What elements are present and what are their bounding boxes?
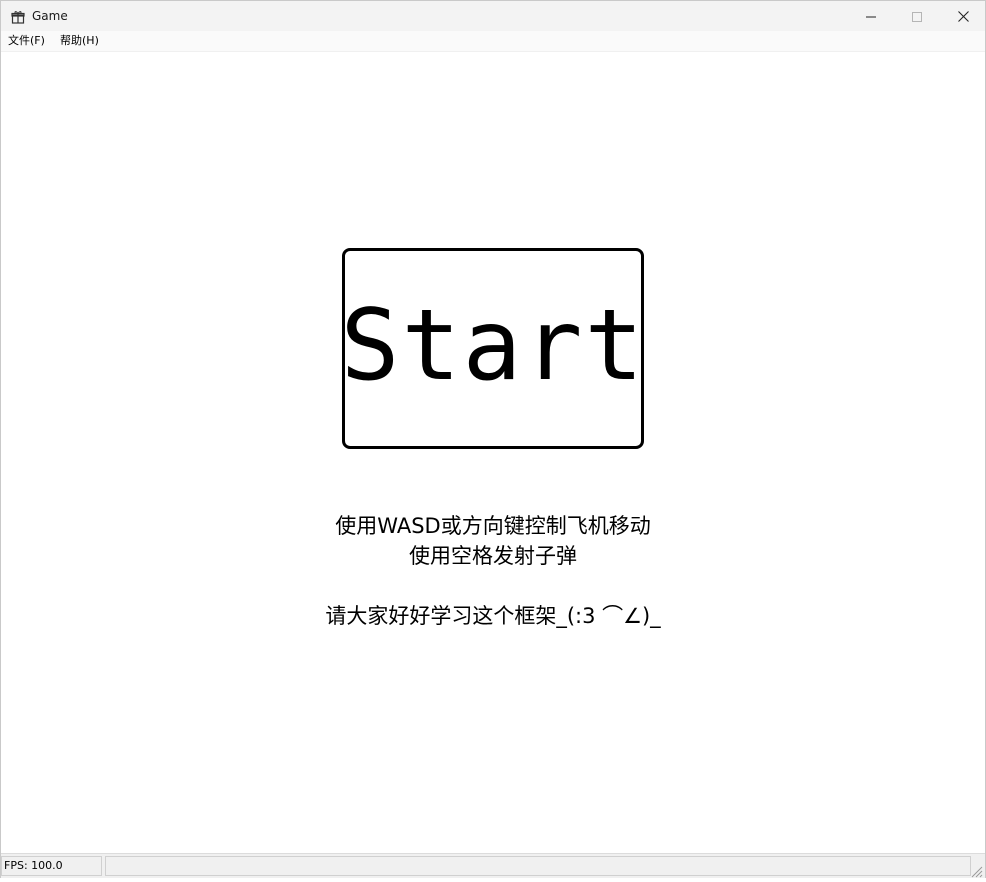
menu-bar: 文件(F) 帮助(H) [1,31,985,52]
minimize-icon [866,7,876,26]
game-window: Game 文件(F) 帮助(H) Start 使用WASD或方向键控制飞机移动 … [0,0,986,878]
game-canvas[interactable]: Start 使用WASD或方向键控制飞机移动 使用空格发射子弹 请大家好好学习这… [1,52,985,853]
instruction-shoot: 使用空格发射子弹 [409,544,577,568]
status-panel-empty [105,856,971,876]
fps-readout: FPS: 100.0 [4,859,63,872]
maximize-icon [912,7,922,26]
menu-file[interactable]: 文件(F) [6,33,47,49]
instructions: 使用WASD或方向键控制飞机移动 使用空格发射子弹 请大家好好学习这个框架_(:… [1,511,985,631]
gift-box-icon [11,9,25,24]
start-button[interactable]: Start [340,248,646,449]
minimize-button[interactable] [848,1,894,31]
instruction-study: 请大家好好学习这个框架_(:3 ⌒∠)_ [325,604,661,628]
close-button[interactable] [940,1,986,31]
title-bar[interactable]: Game [1,1,985,31]
close-icon [957,7,969,26]
fps-panel: FPS: 100.0 [1,856,102,876]
window-title: Game [32,9,68,23]
menu-help[interactable]: 帮助(H) [58,33,101,49]
instruction-spacer [1,571,985,601]
maximize-button[interactable] [894,1,940,31]
instruction-movement: 使用WASD或方向键控制飞机移动 [335,514,651,538]
resize-grip-icon[interactable] [969,863,983,878]
start-button-label: Start [340,288,646,403]
status-bar: FPS: 100.0 [1,853,985,878]
